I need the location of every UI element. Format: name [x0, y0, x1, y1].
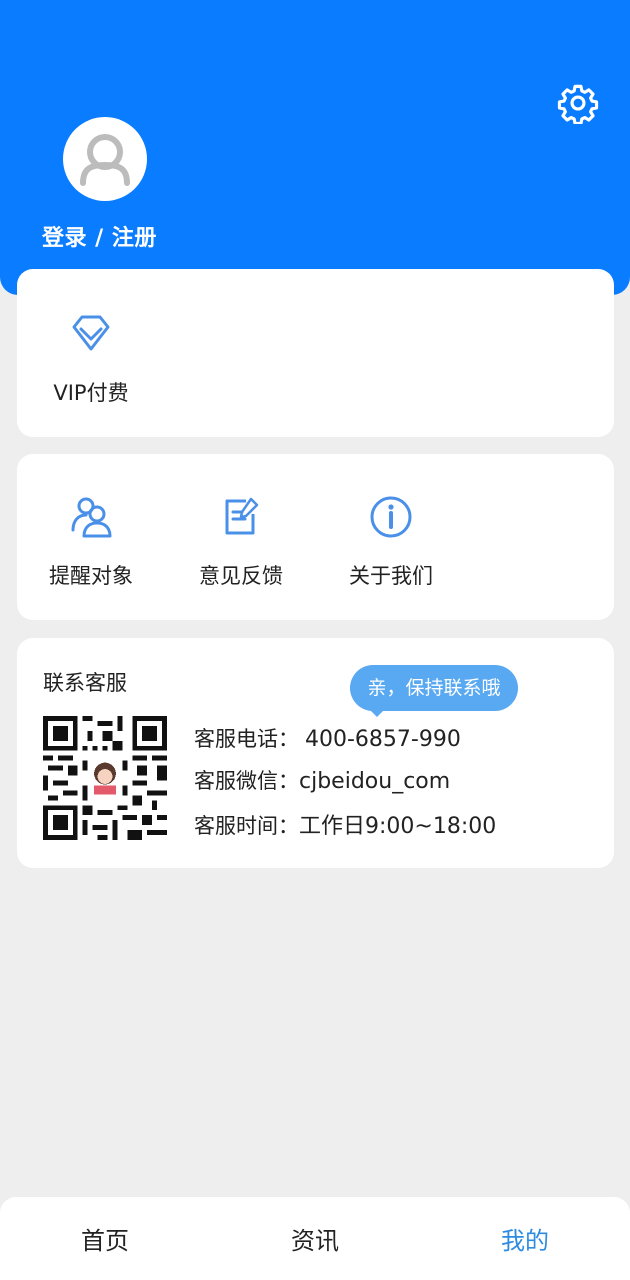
service-phone-row: 客服电话： 400-6857-990 — [194, 723, 461, 753]
tool-label: 提醒对象 — [49, 564, 133, 588]
about-us-button[interactable]: 关于我们 — [321, 492, 461, 590]
customer-service-card: 联系客服 亲，保持联系哦 客服电话： 400-6857-990 客服微信：cjb… — [17, 638, 614, 868]
tool-label: 意见反馈 — [199, 564, 283, 588]
tab-mine[interactable]: 我的 — [465, 1221, 585, 1256]
hours-label: 客服时间： — [194, 814, 299, 838]
vip-label: VIP付费 — [53, 381, 129, 405]
login-register-link[interactable]: 登录 / 注册 — [42, 220, 157, 252]
phone-value[interactable]: 400-6857-990 — [305, 727, 461, 752]
service-title: 联系客服 — [43, 671, 127, 695]
phone-label: 客服电话： — [194, 727, 299, 751]
wechat-value[interactable]: cjbeidou_com — [299, 769, 450, 794]
reminder-contacts-button[interactable]: 提醒对象 — [21, 492, 161, 590]
edit-note-icon — [225, 497, 259, 535]
avatar[interactable] — [63, 117, 147, 201]
service-hours-row: 客服时间：工作日9:00~18:00 — [194, 808, 496, 840]
hours-value: 工作日9:00~18:00 — [299, 814, 497, 839]
bubble-tail — [369, 709, 385, 717]
profile-header: 登录 / 注册 — [0, 0, 630, 295]
diamond-icon — [72, 315, 110, 351]
tab-news[interactable]: 资讯 — [255, 1221, 375, 1256]
gear-icon[interactable] — [557, 82, 599, 126]
service-wechat-row: 客服微信：cjbeidou_com — [194, 765, 450, 795]
vip-card: VIP付费 — [17, 269, 614, 437]
info-icon — [370, 496, 412, 538]
speech-bubble: 亲，保持联系哦 — [350, 665, 518, 711]
tools-card: 提醒对象 意见反馈 关于我们 — [17, 454, 614, 620]
user-avatar-icon — [80, 134, 130, 186]
bottom-tab-bar: 首页 资讯 我的 — [0, 1197, 630, 1280]
vip-payment-button[interactable]: VIP付费 — [21, 309, 161, 407]
tab-home[interactable]: 首页 — [45, 1221, 165, 1256]
qr-code-icon[interactable] — [43, 716, 167, 840]
wechat-label: 客服微信： — [194, 769, 299, 793]
feedback-button[interactable]: 意见反馈 — [171, 492, 311, 590]
users-icon — [71, 497, 112, 538]
tool-label: 关于我们 — [349, 564, 433, 588]
